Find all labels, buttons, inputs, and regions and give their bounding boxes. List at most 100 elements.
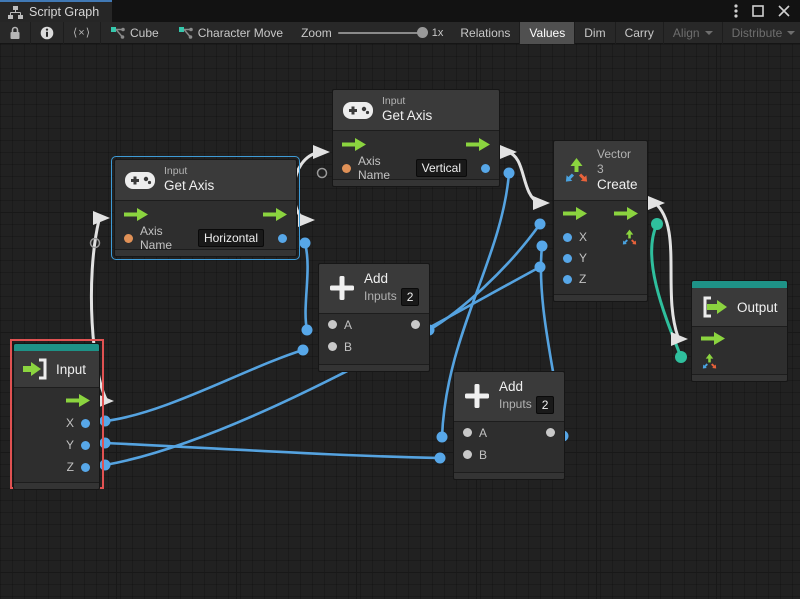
port-label: B: [344, 340, 352, 354]
port-endpoint-vector[interactable]: [675, 351, 687, 363]
kebab-menu-icon[interactable]: [734, 4, 738, 18]
unconnected-port[interactable]: [318, 169, 327, 178]
node-get-axis-vertical[interactable]: Input Get Axis Axis Name Vertical: [332, 89, 500, 187]
node-kind: Input: [164, 165, 214, 178]
sum-output-port[interactable]: [411, 320, 420, 329]
node-footer: [554, 294, 647, 301]
port-endpoint[interactable]: [298, 345, 309, 356]
inputs-count-field[interactable]: 2: [401, 288, 420, 306]
input-node-highlight-frame: Input X Y Z: [10, 339, 104, 489]
vector3-input-port-icon[interactable]: [701, 353, 718, 370]
distribute-dropdown[interactable]: Distribute: [723, 22, 800, 44]
port-label: A: [479, 426, 487, 440]
values-toggle[interactable]: Values: [520, 22, 575, 44]
port-endpoint[interactable]: [435, 453, 446, 464]
carry-toggle[interactable]: Carry: [616, 22, 664, 44]
port-endpoint[interactable]: [504, 168, 515, 179]
axis-name-value-field[interactable]: Vertical: [416, 159, 467, 177]
chevron-down-icon: [705, 31, 713, 35]
node-title: Get Axis: [164, 178, 214, 195]
port-endpoint[interactable]: [300, 238, 311, 249]
wire-input-y-to-add2-b[interactable]: [105, 443, 440, 458]
port-label: Axis Name: [140, 224, 191, 252]
sum-output-port[interactable]: [546, 428, 555, 437]
port-z[interactable]: [563, 275, 572, 284]
breadcrumb-label: Cube: [130, 26, 159, 40]
flow-port-arrow[interactable]: [298, 213, 315, 227]
node-output[interactable]: Output: [691, 280, 788, 382]
port-b[interactable]: [463, 450, 472, 459]
port-a[interactable]: [463, 428, 472, 437]
port-label: Y: [66, 438, 74, 452]
breadcrumb-current-character-move[interactable]: Character Move: [169, 22, 293, 44]
align-dropdown[interactable]: Align: [664, 22, 723, 44]
port-endpoint[interactable]: [537, 241, 548, 252]
wire-horizontal-to-add1-a[interactable]: [305, 243, 308, 330]
node-input[interactable]: Input X Y Z: [13, 343, 100, 490]
zoom-slider-handle[interactable]: [417, 27, 428, 38]
flow-port-arrow[interactable]: [93, 211, 110, 225]
info-button[interactable]: [31, 22, 64, 44]
flow-in-arrow-icon[interactable]: [124, 208, 148, 221]
port-x[interactable]: [563, 233, 572, 242]
port-label: Axis Name: [358, 154, 409, 182]
port-label: Z: [579, 272, 586, 286]
port-endpoint-vector[interactable]: [651, 218, 663, 230]
flow-in-arrow-icon[interactable]: [701, 332, 725, 345]
node-kind: Input: [382, 95, 432, 108]
wire-flow-getaxis-horizontal-to-vertical[interactable]: [294, 152, 320, 220]
inputs-label: Inputs: [364, 289, 397, 304]
flow-port-arrow[interactable]: [313, 145, 330, 159]
dim-toggle[interactable]: Dim: [575, 22, 615, 44]
port-x[interactable]: [81, 419, 90, 428]
port-z[interactable]: [81, 463, 90, 472]
node-footer: [319, 364, 429, 371]
inputs-count-field[interactable]: 2: [536, 396, 555, 414]
lock-button[interactable]: [0, 22, 31, 44]
arrow-out-of-bracket-icon: [702, 296, 728, 318]
relations-toggle[interactable]: Relations: [451, 22, 520, 44]
plus-icon: [464, 383, 490, 409]
code-view-button[interactable]: ⟨×⟩: [64, 22, 101, 44]
angle-x-icon: ⟨×⟩: [73, 26, 91, 39]
breadcrumb-root-cube[interactable]: Cube: [101, 22, 169, 44]
port-b[interactable]: [328, 342, 337, 351]
graph-node-icon: [179, 27, 193, 39]
wire-input-x-to-add1-b[interactable]: [105, 350, 303, 421]
zoom-slider-track[interactable]: [338, 32, 426, 34]
node-vector3-create[interactable]: Vector 3 Create X Y: [553, 140, 648, 302]
graph-node-icon: [111, 27, 125, 39]
port-y[interactable]: [563, 254, 572, 263]
flow-port-arrow[interactable]: [671, 332, 688, 346]
node-add-2[interactable]: Add Inputs 2 A B: [453, 371, 565, 480]
flow-port-arrow[interactable]: [533, 196, 550, 210]
port-label: Y: [579, 251, 587, 265]
flow-port-arrow[interactable]: [648, 196, 665, 210]
port-endpoint[interactable]: [535, 262, 546, 273]
flow-in-arrow-icon[interactable]: [563, 207, 587, 220]
port-endpoint[interactable]: [535, 219, 546, 230]
node-footer: [14, 482, 99, 489]
port-endpoint[interactable]: [302, 325, 313, 336]
flow-out-arrow-icon[interactable]: [614, 207, 638, 220]
node-title: Output: [737, 300, 778, 315]
node-get-axis-horizontal[interactable]: Input Get Axis Axis Name Horizontal: [114, 159, 297, 257]
flow-in-arrow-icon[interactable]: [342, 138, 366, 151]
flow-out-arrow-icon[interactable]: [263, 208, 287, 221]
graph-canvas[interactable]: Input Get Axis Axis Name Vertical: [0, 44, 800, 599]
port-endpoint[interactable]: [437, 432, 448, 443]
vector3-output-port-icon[interactable]: [621, 229, 638, 246]
result-port[interactable]: [481, 164, 490, 173]
close-icon[interactable]: [778, 5, 790, 17]
axis-name-port[interactable]: [124, 234, 133, 243]
flow-out-arrow-icon[interactable]: [466, 138, 490, 151]
tab-script-graph[interactable]: Script Graph: [0, 0, 112, 22]
flow-out-arrow-icon[interactable]: [66, 394, 90, 407]
result-port[interactable]: [278, 234, 287, 243]
axis-name-port[interactable]: [342, 164, 351, 173]
maximize-icon[interactable]: [752, 5, 764, 17]
node-add-1[interactable]: Add Inputs 2 A B: [318, 263, 430, 372]
port-a[interactable]: [328, 320, 337, 329]
axis-name-value-field[interactable]: Horizontal: [198, 229, 264, 247]
port-y[interactable]: [81, 441, 90, 450]
